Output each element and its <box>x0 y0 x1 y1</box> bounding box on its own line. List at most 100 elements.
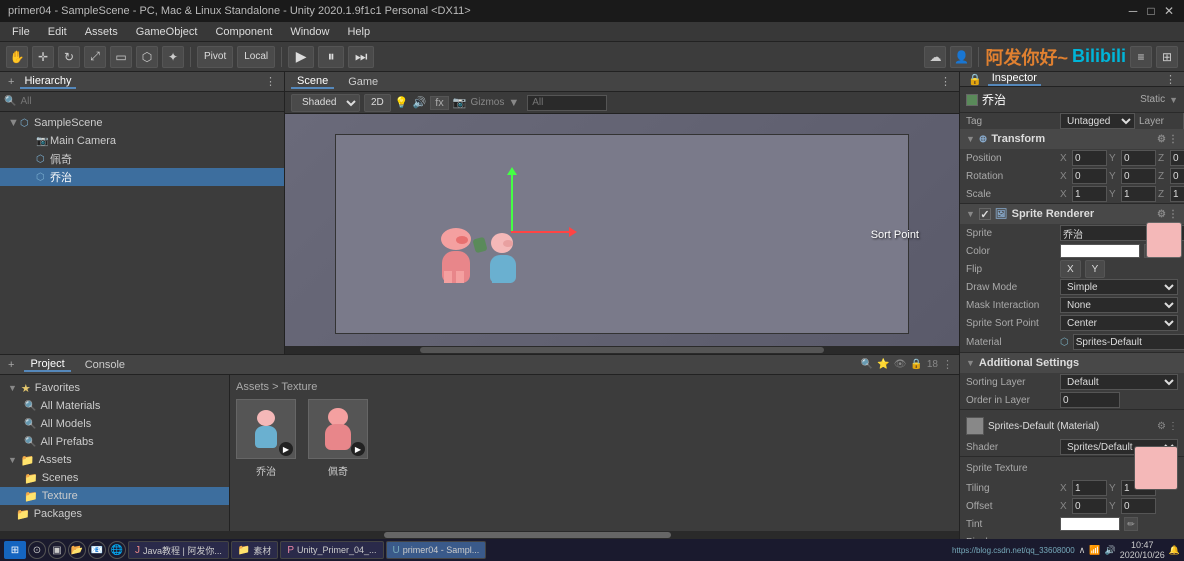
hierarchy-item-peichi[interactable]: ⬡ 佩奇 <box>0 150 284 168</box>
tab-project[interactable]: Project <box>24 358 70 372</box>
maximize-button[interactable]: □ <box>1144 4 1158 18</box>
rect-tool[interactable]: ▭ <box>110 46 132 68</box>
taskbar-java[interactable]: J Java教程 | 阿发你... <box>128 541 229 559</box>
assets-packages[interactable]: 📁 Packages <box>0 505 229 523</box>
scene-scrollbar[interactable] <box>285 346 959 354</box>
static-dropdown-arrow[interactable]: ▼ <box>1169 95 1178 105</box>
taskbar-search[interactable]: ⊙ <box>28 541 46 559</box>
transform-menu-icon[interactable]: ⋮ <box>1168 134 1178 145</box>
layout-icon[interactable]: ⊞ <box>1156 46 1178 68</box>
tab-console[interactable]: Console <box>79 359 131 371</box>
menu-window[interactable]: Window <box>282 25 337 39</box>
pause-button[interactable]: ⏸ <box>318 46 344 68</box>
scene-camera-icon[interactable]: 📷 <box>453 96 467 109</box>
color-preview[interactable] <box>1060 244 1140 258</box>
material-settings-icon[interactable]: ⚙ <box>1157 421 1166 432</box>
favorites-all-models[interactable]: 🔍 All Models <box>0 415 229 433</box>
additional-settings-header[interactable]: ▼ Additional Settings <box>960 353 1184 373</box>
asset-item-peichi[interactable]: ▶ 佩奇 <box>308 399 368 478</box>
inspector-lock[interactable]: 🔒 <box>966 73 984 86</box>
menu-gameobject[interactable]: GameObject <box>128 25 206 39</box>
favorites-group[interactable]: ▼ ★ Favorites <box>0 379 229 397</box>
taskbar-icon2[interactable]: 📧 <box>88 541 106 559</box>
menu-edit[interactable]: Edit <box>40 25 75 39</box>
sortpoint-dropdown[interactable]: Center <box>1060 315 1178 331</box>
taskbar-up-icon[interactable]: ∧ <box>1079 545 1086 556</box>
project-star-icon[interactable]: ⭐ <box>877 359 889 370</box>
start-button[interactable]: ⊞ <box>4 541 26 559</box>
step-button[interactable]: ⏭ <box>348 46 374 68</box>
object-name[interactable]: 乔治 <box>982 91 1136 108</box>
scene-fx-icon[interactable]: fx <box>430 96 449 110</box>
pos-z-input[interactable] <box>1170 150 1184 166</box>
transform-tool[interactable]: ⬡ <box>136 46 158 68</box>
scale-y-input[interactable] <box>1121 186 1156 202</box>
scene-search[interactable] <box>527 95 607 111</box>
taskbar-sound-icon[interactable]: 🔊 <box>1105 545 1116 556</box>
project-options[interactable]: ⋮ <box>942 358 953 371</box>
move-tool[interactable]: ✛ <box>32 46 54 68</box>
drawmode-dropdown[interactable]: Simple <box>1060 279 1178 295</box>
tint-preview[interactable] <box>1060 517 1120 531</box>
taskbar-unity-primer[interactable]: P Unity_Primer_04_... <box>280 541 383 559</box>
layers-icon[interactable]: ≡ <box>1130 46 1152 68</box>
minimize-button[interactable]: ─ <box>1126 4 1140 18</box>
taskbar-task-view[interactable]: ▣ <box>48 541 66 559</box>
taskbar-suzai[interactable]: 📁 素材 <box>231 541 278 559</box>
flip-x-button[interactable]: X <box>1060 260 1081 278</box>
hierarchy-options[interactable]: ⋮ <box>263 75 278 88</box>
taskbar-icon3[interactable]: 🌐 <box>108 541 126 559</box>
gizmos-dropdown-arrow[interactable]: ▼ <box>508 97 519 109</box>
maskinteraction-dropdown[interactable]: None <box>1060 297 1178 313</box>
sprite-renderer-header[interactable]: ▼ ✓ 🖼 Sprite Renderer ⚙ ⋮ <box>960 204 1184 224</box>
menu-component[interactable]: Component <box>207 25 280 39</box>
offset-y-input[interactable] <box>1121 498 1156 514</box>
taskbar-clock[interactable]: 10:47 2020/10/26 <box>1120 540 1165 560</box>
close-button[interactable]: ✕ <box>1162 4 1176 18</box>
hierarchy-add[interactable]: + <box>6 76 16 88</box>
asset-play-qiaozhi[interactable]: ▶ <box>279 442 293 456</box>
sprite-renderer-menu[interactable]: ⋮ <box>1168 209 1178 220</box>
scene-viewport[interactable]: Sort Point <box>285 114 959 354</box>
account-icon[interactable]: 👤 <box>950 46 972 68</box>
order-in-layer-input[interactable] <box>1060 392 1120 408</box>
project-add[interactable]: + <box>6 359 16 371</box>
hierarchy-item-maincamera[interactable]: 📷 Main Camera <box>0 132 284 150</box>
taskbar-notification[interactable]: 🔔 <box>1169 545 1180 556</box>
menu-assets[interactable]: Assets <box>77 25 126 39</box>
rotate-tool[interactable]: ↻ <box>58 46 80 68</box>
shading-dropdown[interactable]: Shaded <box>291 94 360 112</box>
pos-x-input[interactable] <box>1072 150 1107 166</box>
flip-y-button[interactable]: Y <box>1085 260 1106 278</box>
local-button[interactable]: Local <box>237 46 275 68</box>
taskbar-wifi-icon[interactable]: 📶 <box>1089 545 1100 556</box>
asset-item-qiaozhi[interactable]: ▶ 乔治 <box>236 399 296 478</box>
favorites-all-prefabs[interactable]: 🔍 All Prefabs <box>0 433 229 451</box>
sprite-renderer-enabled[interactable]: ✓ <box>979 208 991 220</box>
assets-group[interactable]: ▼ 📁 Assets <box>0 451 229 469</box>
taskbar-unity-active[interactable]: U primer04 - Sampl... <box>386 541 487 559</box>
menu-help[interactable]: Help <box>339 25 378 39</box>
scene-light-icon[interactable]: 💡 <box>395 96 409 109</box>
taskbar-icon1[interactable]: 📂 <box>68 541 86 559</box>
sorting-layer-dropdown[interactable]: Default <box>1060 374 1178 390</box>
pos-y-input[interactable] <box>1121 150 1156 166</box>
object-enabled-checkbox[interactable] <box>966 94 978 106</box>
rot-y-input[interactable] <box>1121 168 1156 184</box>
favorites-all-materials[interactable]: 🔍 All Materials <box>0 397 229 415</box>
hand-tool[interactable]: ✋ <box>6 46 28 68</box>
material-input[interactable] <box>1073 334 1184 350</box>
transform-header[interactable]: ▼ ⊕ Transform ⚙ ⋮ <box>960 129 1184 149</box>
project-eye-icon[interactable]: 👁 <box>894 359 907 370</box>
project-scrollbar[interactable] <box>0 531 959 539</box>
custom-tool[interactable]: ✦ <box>162 46 184 68</box>
rot-z-input[interactable] <box>1170 168 1184 184</box>
tab-game[interactable]: Game <box>342 76 384 88</box>
cloud-icon[interactable]: ☁ <box>924 46 946 68</box>
tab-inspector[interactable]: Inspector <box>988 72 1041 86</box>
hierarchy-search[interactable] <box>20 96 280 107</box>
offset-x-input[interactable] <box>1072 498 1107 514</box>
assets-scenes[interactable]: 📁 Scenes <box>0 469 229 487</box>
assets-texture[interactable]: 📁 Texture <box>0 487 229 505</box>
tag-dropdown[interactable]: Untagged <box>1060 113 1135 129</box>
